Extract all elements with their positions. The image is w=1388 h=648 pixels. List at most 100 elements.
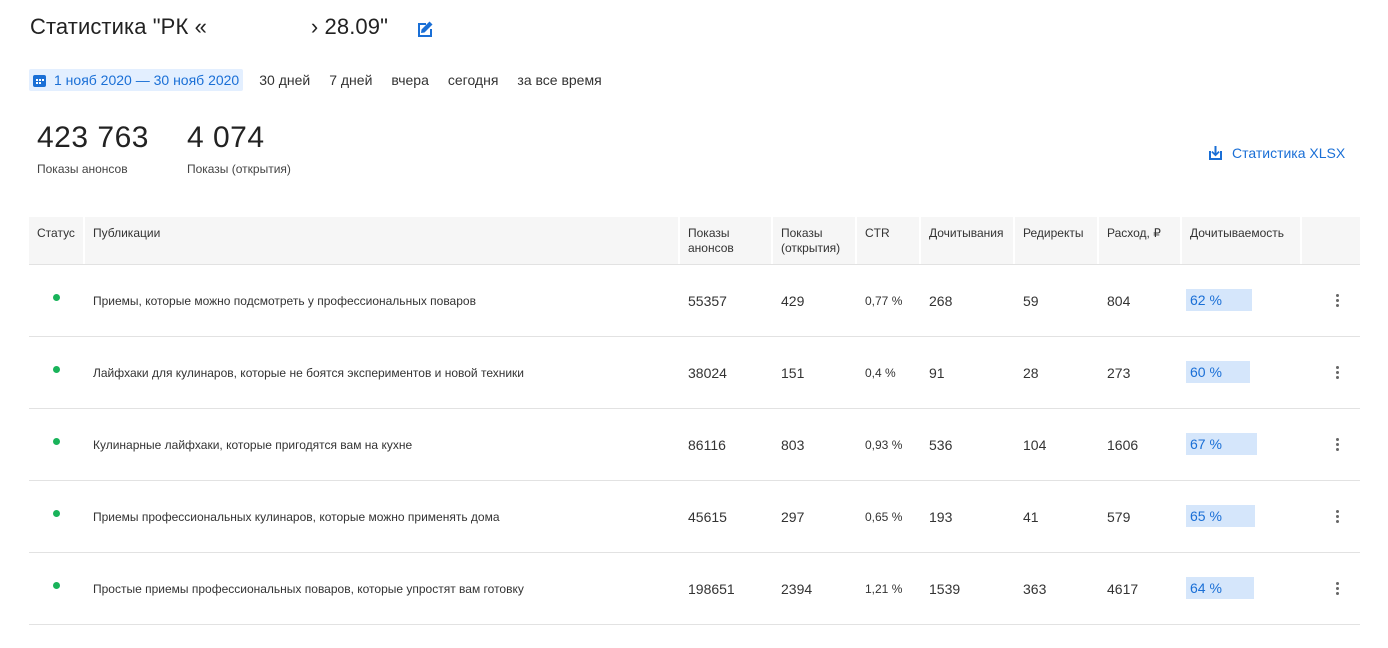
read-rate-value: 65 % (1190, 507, 1222, 524)
status-cell (29, 294, 85, 301)
title-suffix: › 28.09" (310, 14, 389, 39)
read-throughs-value: 91 (929, 364, 945, 381)
read-rate-badge: 60 % (1186, 360, 1302, 383)
page-title: Статистика "РК « › 28.09" (30, 14, 388, 40)
cost-value: 804 (1107, 292, 1131, 309)
read-throughs-value: 1539 (929, 580, 961, 597)
announce-shows-value: 45615 (688, 508, 727, 525)
status-cell (29, 510, 85, 517)
page-header: Статистика "РК « › 28.09" (30, 14, 435, 40)
col-ctr[interactable]: CTR (857, 217, 921, 264)
edit-icon[interactable] (415, 19, 435, 39)
kpi-open-shows: 4 074 Показы (открытия) (187, 120, 291, 176)
read-throughs-value: 536 (929, 436, 953, 453)
status-active-dot (53, 294, 60, 301)
period-custom-range[interactable]: 1 нояб 2020 — 30 нояб 2020 (29, 69, 244, 91)
read-throughs-value: 268 (929, 292, 953, 309)
more-options-icon[interactable] (1327, 294, 1347, 307)
publication-title[interactable]: Простые приемы профессиональных поваров,… (85, 582, 680, 596)
col-read-throughs[interactable]: Дочитывания (921, 217, 1015, 264)
open-shows-value: 151 (781, 364, 805, 381)
table-header: Статус Публикации Показы анонсов Показы … (29, 217, 1360, 265)
kpi-announce-shows: 423 763 Показы анонсов (37, 120, 149, 176)
announce-shows-value: 38024 (688, 364, 727, 381)
ctr-value: 1,21 % (865, 581, 903, 596)
ctr-value: 0,77 % (865, 293, 903, 308)
col-cost[interactable]: Расход, ₽ (1099, 217, 1182, 264)
publications-table: Статус Публикации Показы анонсов Показы … (29, 217, 1360, 625)
download-icon (1209, 146, 1222, 160)
period-range-label: 1 нояб 2020 — 30 нояб 2020 (54, 72, 240, 88)
cost-value: 273 (1107, 364, 1131, 381)
open-shows-value: 2394 (781, 580, 813, 597)
more-options-icon[interactable] (1327, 510, 1347, 523)
cost-value: 579 (1107, 508, 1131, 525)
period-selector: 1 нояб 2020 — 30 нояб 2020 30 дней 7 дне… (29, 69, 602, 91)
table-row[interactable]: Кулинарные лайфхаки, которые пригодятся … (29, 409, 1360, 481)
kpi-value: 4 074 (186, 121, 265, 154)
period-today[interactable]: сегодня (448, 72, 499, 88)
col-publications[interactable]: Публикации (85, 217, 680, 264)
publication-title[interactable]: Лайфхаки для кулинаров, которые не боятс… (85, 366, 680, 380)
status-cell (29, 438, 85, 445)
publication-title[interactable]: Кулинарные лайфхаки, которые пригодятся … (85, 438, 680, 452)
read-rate-value: 60 % (1190, 363, 1222, 380)
read-throughs-value: 193 (929, 508, 953, 525)
more-options-icon[interactable] (1327, 582, 1347, 595)
status-active-dot (53, 510, 60, 517)
status-cell (29, 582, 85, 589)
table-row[interactable]: Простые приемы профессиональных поваров,… (29, 553, 1360, 625)
open-shows-value: 803 (781, 436, 805, 453)
read-rate-value: 64 % (1190, 579, 1222, 596)
col-open-shows[interactable]: Показы (открытия) (773, 217, 857, 264)
table-row[interactable]: Приемы профессиональных кулинаров, котор… (29, 481, 1360, 553)
ctr-value: 0,4 % (865, 365, 896, 380)
cost-value: 1606 (1107, 436, 1139, 453)
period-7-days[interactable]: 7 дней (329, 72, 372, 88)
col-redirects[interactable]: Редиректы (1015, 217, 1099, 264)
col-announce-shows[interactable]: Показы анонсов (680, 217, 773, 264)
announce-shows-value: 86116 (688, 436, 726, 453)
cost-value: 4617 (1107, 580, 1139, 597)
row-actions-cell (1302, 438, 1360, 451)
export-xlsx-label: Статистика XLSX (1232, 145, 1346, 161)
col-status[interactable]: Статус (29, 217, 85, 264)
ctr-value: 0,65 % (865, 509, 903, 524)
kpi-value: 423 763 (37, 121, 149, 154)
status-active-dot (53, 582, 60, 589)
publication-title[interactable]: Приемы, которые можно подсмотреть у проф… (85, 294, 680, 308)
read-rate-value: 62 % (1190, 291, 1222, 308)
period-all-time[interactable]: за все время (517, 72, 601, 88)
open-shows-value: 429 (781, 292, 805, 309)
redirects-value: 59 (1023, 292, 1039, 309)
calendar-icon (33, 74, 46, 87)
read-rate-cell: 67 % (1182, 432, 1302, 455)
read-rate-cell: 62 % (1182, 288, 1302, 311)
kpi-summary: 423 763 Показы анонсов 4 074 Показы (отк… (37, 120, 329, 176)
more-options-icon[interactable] (1327, 366, 1347, 379)
open-shows-value: 297 (781, 508, 805, 525)
col-actions (1302, 217, 1360, 264)
title-prefix: Статистика "РК « (30, 14, 207, 39)
status-cell (29, 366, 85, 373)
redirects-value: 28 (1023, 364, 1039, 381)
table-row[interactable]: Приемы, которые можно подсмотреть у проф… (29, 265, 1360, 337)
announce-shows-value: 55357 (688, 292, 727, 309)
row-actions-cell (1302, 366, 1360, 379)
period-30-days[interactable]: 30 дней (259, 72, 310, 88)
read-rate-cell: 65 % (1182, 504, 1302, 527)
period-yesterday[interactable]: вчера (391, 72, 428, 88)
read-rate-cell: 60 % (1182, 360, 1302, 383)
redirects-value: 363 (1023, 580, 1047, 597)
kpi-label: Показы анонсов (37, 162, 128, 176)
read-rate-value: 67 % (1190, 435, 1222, 452)
read-rate-badge: 67 % (1186, 432, 1302, 455)
more-options-icon[interactable] (1327, 438, 1347, 451)
announce-shows-value: 198651 (688, 580, 735, 597)
publication-title[interactable]: Приемы профессиональных кулинаров, котор… (85, 510, 680, 524)
table-row[interactable]: Лайфхаки для кулинаров, которые не боятс… (29, 337, 1360, 409)
export-xlsx-button[interactable]: Статистика XLSX (1208, 145, 1345, 161)
col-read-rate[interactable]: Дочитываемость (1182, 217, 1302, 264)
row-actions-cell (1302, 510, 1360, 523)
ctr-value: 0,93 % (865, 437, 903, 452)
